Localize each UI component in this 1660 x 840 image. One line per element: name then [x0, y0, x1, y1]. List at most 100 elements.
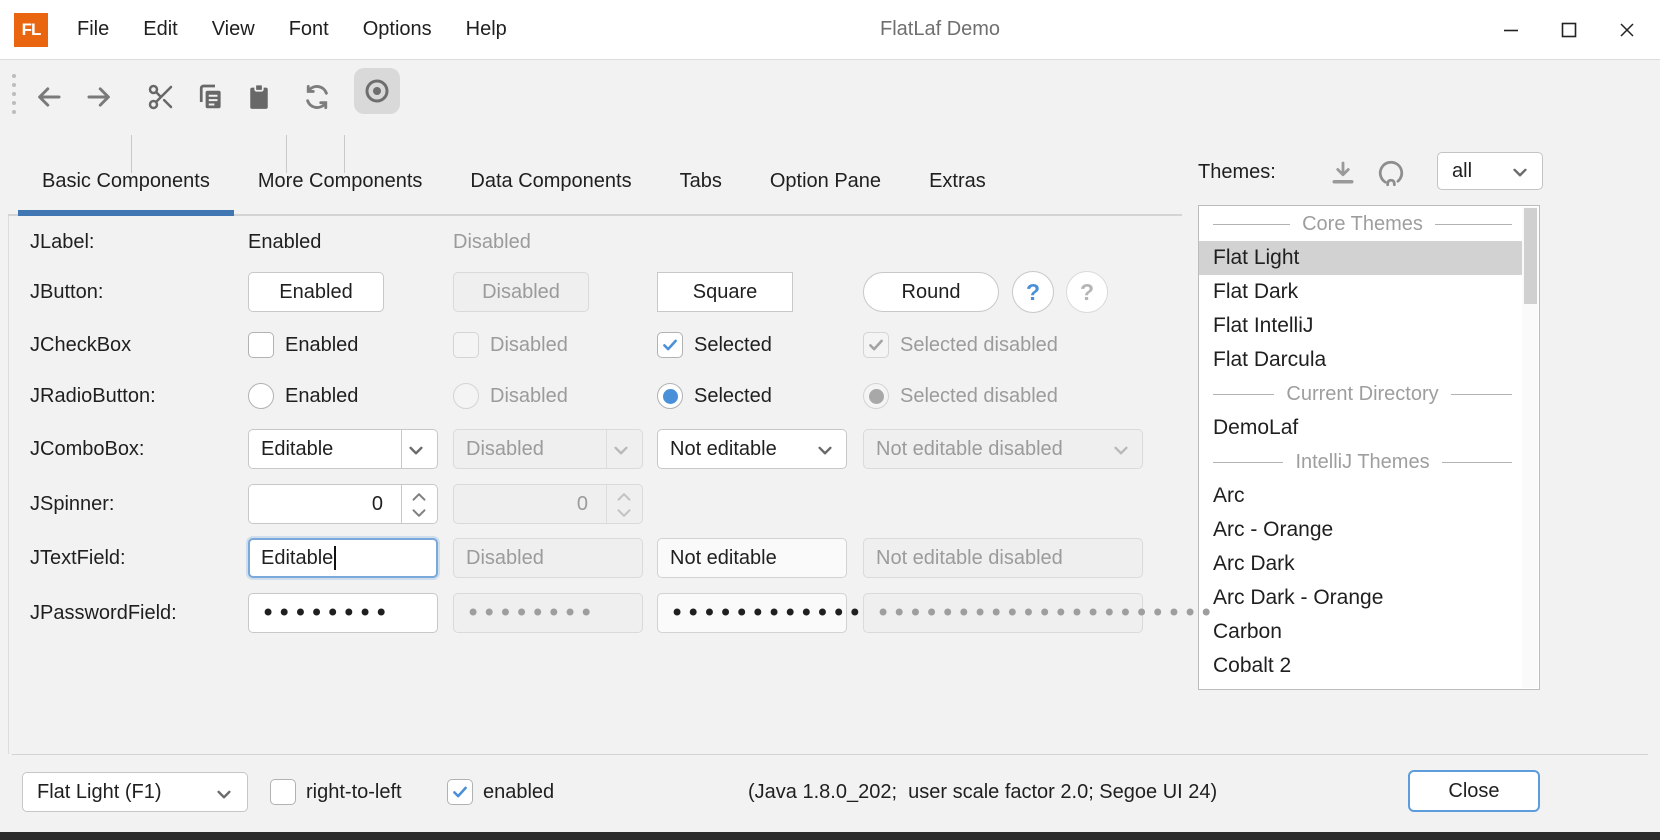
- tab-more-components[interactable]: More Components: [234, 150, 447, 214]
- spinner-value[interactable]: 0: [261, 493, 391, 516]
- combobox-editable[interactable]: Editable: [248, 429, 438, 469]
- chevron-down-icon[interactable]: [403, 437, 429, 469]
- theme-item[interactable]: Arc Dark - Orange: [1199, 581, 1522, 615]
- menubar: File Edit View Font Options Help: [60, 0, 524, 60]
- combobox-not-editable[interactable]: Not editable: [657, 429, 847, 469]
- copy-button[interactable]: [187, 74, 233, 120]
- textfield-editable[interactable]: Editable: [248, 538, 438, 578]
- checkbox-selected[interactable]: [657, 332, 683, 358]
- themes-list-items: Core Themes Flat Light Flat Dark Flat In…: [1199, 207, 1522, 690]
- help-button[interactable]: ?: [1012, 271, 1054, 313]
- jlabel-row-label: JLabel:: [30, 222, 95, 262]
- enabled-button[interactable]: Enabled: [248, 272, 384, 312]
- menu-help[interactable]: Help: [449, 0, 524, 60]
- jbutton-row-label: JButton:: [30, 272, 103, 312]
- jpasswordfield-row-label: JPasswordField:: [30, 593, 177, 633]
- checkbox-selected-disabled-label: Selected disabled: [900, 325, 1058, 365]
- download-themes-button[interactable]: [1326, 156, 1360, 190]
- chevron-down-icon: [211, 781, 237, 813]
- theme-item[interactable]: Flat IntelliJ: [1199, 309, 1522, 343]
- theme-item-selected[interactable]: Flat Light: [1199, 241, 1522, 275]
- refresh-button[interactable]: [294, 74, 340, 120]
- combobox-not-editable-disabled: Not editable disabled: [863, 429, 1143, 469]
- spinner-down-icon: [613, 505, 635, 522]
- square-button[interactable]: Square: [657, 272, 793, 312]
- tab-data-components[interactable]: Data Components: [446, 150, 655, 214]
- radio-enabled[interactable]: [248, 383, 274, 409]
- back-arrow-icon: [34, 82, 64, 112]
- toolbar-grip-handle[interactable]: [12, 74, 16, 114]
- status-info-text: (Java 1.8.0_202; user scale factor 2.0; …: [748, 772, 1217, 812]
- help-button-disabled: ?: [1066, 271, 1108, 313]
- themes-filter-combobox[interactable]: all: [1437, 152, 1543, 190]
- window-bottom-edge: [0, 832, 1660, 840]
- checkbox-enabled[interactable]: [248, 332, 274, 358]
- password-dots: •••••••••••••••••••••: [876, 595, 1215, 631]
- show-hover-toggle-button[interactable]: [354, 68, 400, 114]
- menu-options[interactable]: Options: [346, 0, 449, 60]
- minimize-button[interactable]: [1482, 0, 1540, 60]
- forward-button[interactable]: [76, 74, 122, 120]
- themes-filter-value: all: [1452, 160, 1472, 183]
- passwordfield-enabled[interactable]: ••••••••: [248, 593, 438, 633]
- close-button[interactable]: Close: [1408, 770, 1540, 812]
- themes-scrollbar[interactable]: [1522, 207, 1538, 688]
- close-window-button[interactable]: [1598, 0, 1656, 60]
- github-link-button[interactable]: [1374, 156, 1408, 190]
- theme-item[interactable]: Flat Darcula: [1199, 343, 1522, 377]
- theme-item[interactable]: Arc - Orange: [1199, 513, 1522, 547]
- laf-combobox[interactable]: Flat Light (F1): [22, 772, 248, 812]
- jlabel-disabled: Disabled: [453, 222, 531, 262]
- menu-file[interactable]: File: [60, 0, 126, 60]
- app-logo-icon: FL: [14, 13, 48, 47]
- disabled-button: Disabled: [453, 272, 589, 312]
- eye-icon: [362, 76, 392, 106]
- combobox-editable-value: Editable: [261, 438, 333, 461]
- radio-selected-disabled-label: Selected disabled: [900, 376, 1058, 416]
- theme-group-separator: Current Directory: [1199, 377, 1522, 411]
- tab-option-pane[interactable]: Option Pane: [746, 150, 905, 214]
- radio-enabled-label[interactable]: Enabled: [285, 376, 358, 416]
- textfield-not-editable: Not editable: [657, 538, 847, 578]
- passwordfield-not-editable: ••••••••••••: [657, 593, 847, 633]
- chevron-down-icon[interactable]: [812, 437, 838, 469]
- theme-item[interactable]: Arc Dark: [1199, 547, 1522, 581]
- theme-group-label: Core Themes: [1302, 213, 1423, 236]
- minimize-icon: [1502, 21, 1520, 39]
- theme-item[interactable]: Flat Dark: [1199, 275, 1522, 309]
- theme-group-separator: IntelliJ Themes: [1199, 445, 1522, 479]
- textfield-not-editable-disabled: Not editable disabled: [863, 538, 1143, 578]
- tab-tabs[interactable]: Tabs: [656, 150, 746, 214]
- menu-view[interactable]: View: [195, 0, 272, 60]
- theme-item[interactable]: DemoLaf: [1199, 411, 1522, 445]
- checkbox-selected-label[interactable]: Selected: [694, 325, 772, 365]
- back-button[interactable]: [26, 74, 72, 120]
- spinner-down-icon[interactable]: [408, 505, 430, 522]
- refresh-icon: [302, 82, 332, 112]
- theme-item[interactable]: Arc: [1199, 479, 1522, 513]
- right-to-left-label[interactable]: right-to-left: [306, 772, 402, 812]
- checkbox-enabled-label[interactable]: Enabled: [285, 325, 358, 365]
- spinner-enabled[interactable]: 0: [248, 484, 438, 524]
- themes-scrollbar-thumb[interactable]: [1524, 208, 1537, 304]
- radio-selected[interactable]: [657, 383, 683, 409]
- theme-item[interactable]: Cyan light: [1199, 683, 1522, 690]
- theme-item[interactable]: Cobalt 2: [1199, 649, 1522, 683]
- menu-edit[interactable]: Edit: [126, 0, 194, 60]
- right-to-left-checkbox[interactable]: [270, 779, 296, 805]
- combobox-disabled: Disabled: [453, 429, 643, 469]
- tab-extras[interactable]: Extras: [905, 150, 1010, 214]
- cut-button[interactable]: [138, 74, 184, 120]
- theme-item[interactable]: Carbon: [1199, 615, 1522, 649]
- spinner-up-icon[interactable]: [408, 488, 430, 505]
- round-button[interactable]: Round: [863, 272, 999, 312]
- checkbox-selected-disabled: [863, 332, 889, 358]
- menu-font[interactable]: Font: [272, 0, 346, 60]
- paste-button[interactable]: [236, 74, 282, 120]
- enabled-label[interactable]: enabled: [483, 772, 554, 812]
- tab-basic-components[interactable]: Basic Components: [18, 150, 234, 214]
- theme-group-label: Current Directory: [1286, 383, 1438, 406]
- maximize-button[interactable]: [1540, 0, 1598, 60]
- enabled-checkbox[interactable]: [447, 779, 473, 805]
- radio-selected-label[interactable]: Selected: [694, 376, 772, 416]
